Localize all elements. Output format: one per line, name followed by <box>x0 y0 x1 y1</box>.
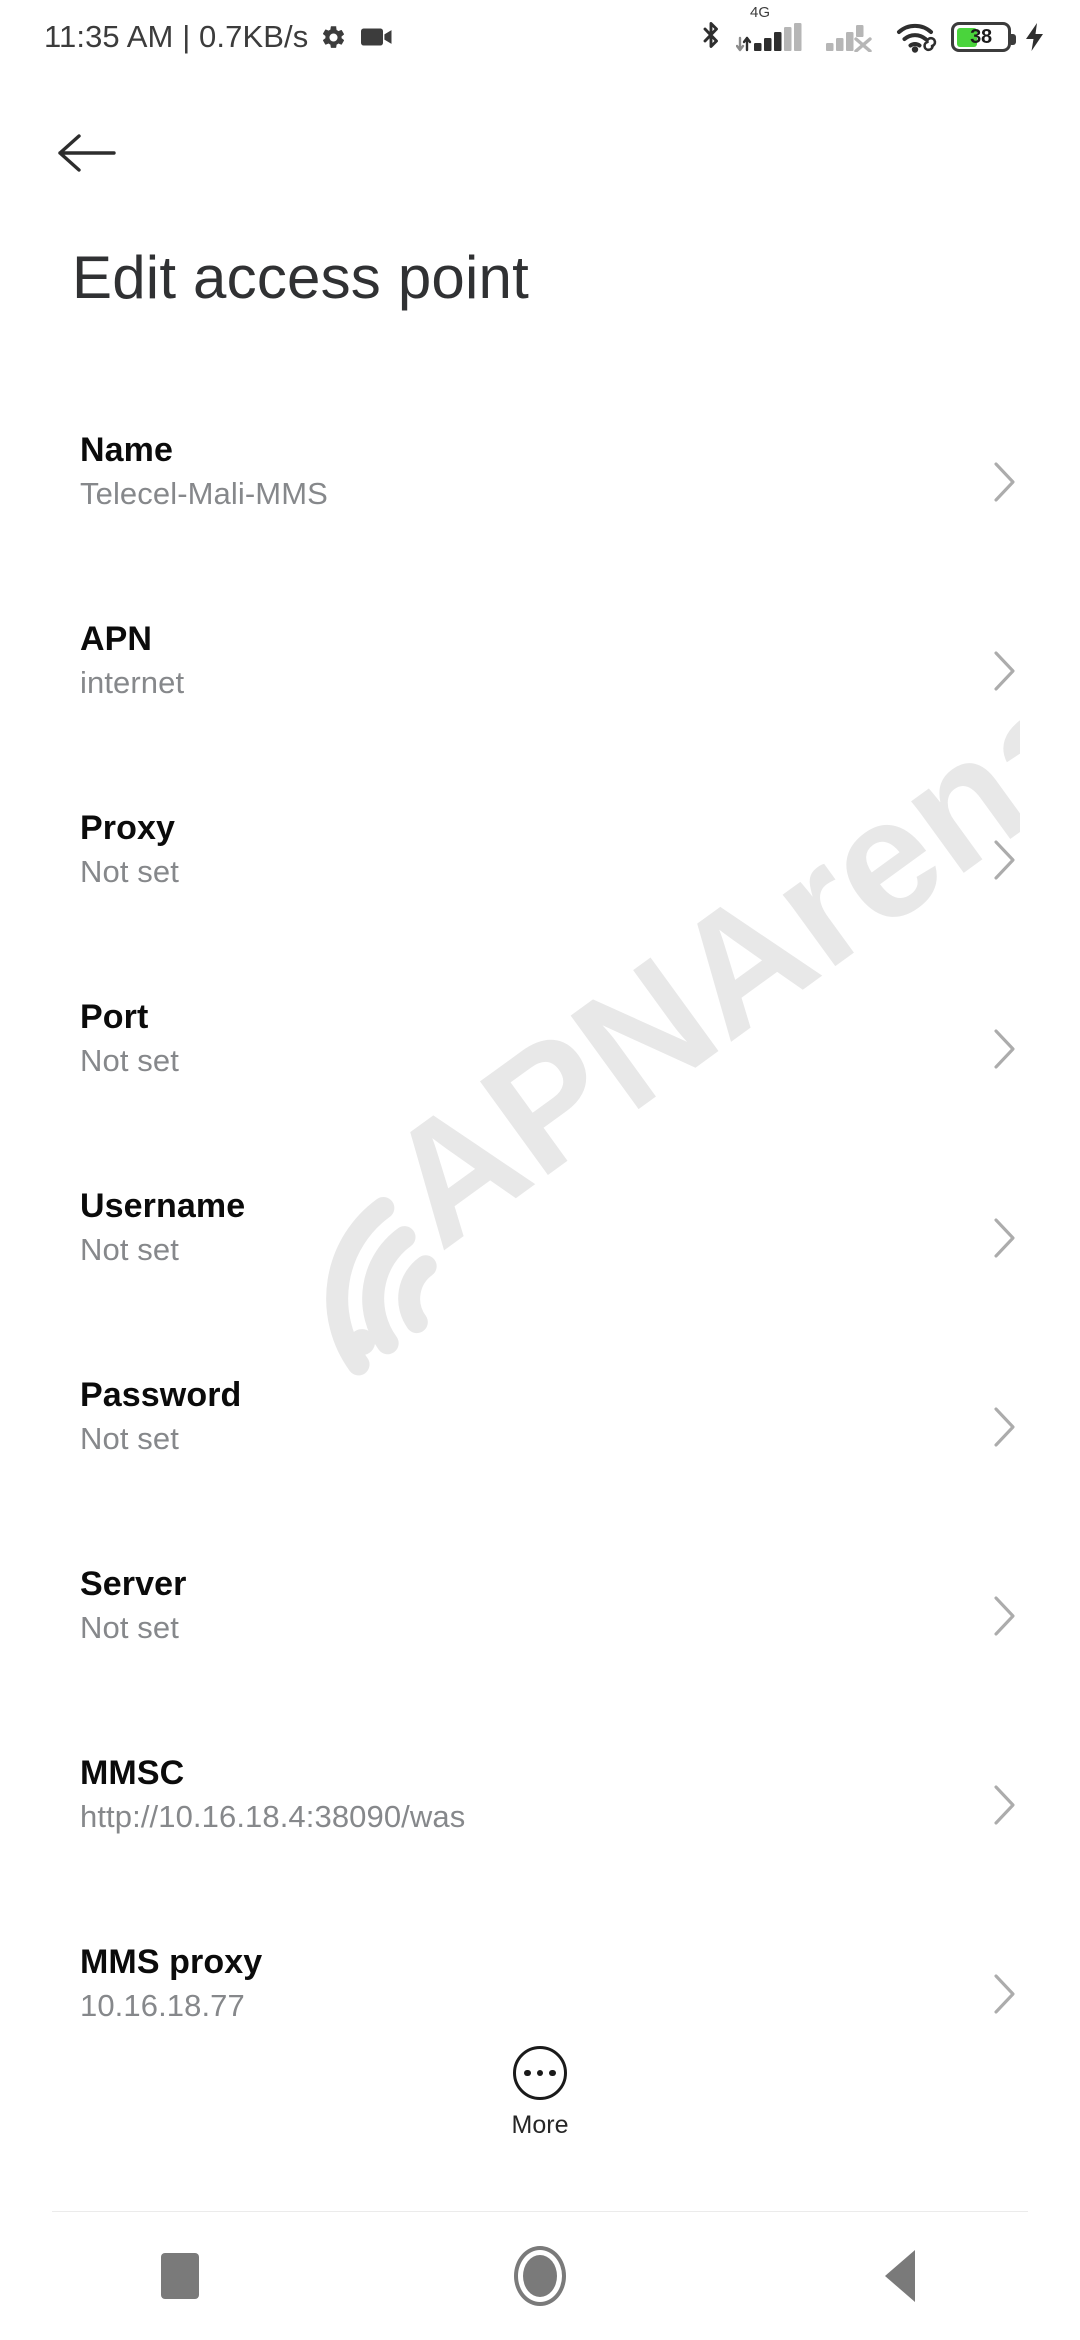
row-title: MMSC <box>80 1754 185 1792</box>
row-title: Server <box>80 1565 187 1603</box>
chevron-right-icon <box>992 1783 1018 1827</box>
chevron-right-icon <box>992 649 1018 693</box>
status-bar-right: 4G 38 <box>699 5 1046 54</box>
square-icon <box>161 2253 199 2299</box>
settings-row-server[interactable]: Server Not set <box>0 1538 1080 1727</box>
row-title: APN <box>80 620 153 658</box>
more-button[interactable]: More <box>0 2046 1080 2138</box>
battery-icon: 38 <box>951 22 1016 52</box>
row-title: Port <box>80 998 149 1036</box>
settings-row-name[interactable]: Name Telecel-Mali-MMS <box>0 404 1080 593</box>
row-value: Not set <box>80 854 179 890</box>
more-dots-icon <box>513 2046 567 2100</box>
nav-recents-button[interactable] <box>0 2212 360 2340</box>
status-bar: 11:35 AM | 0.7KB/s 4G 38 <box>0 0 1080 74</box>
status-clock-and-speed: 11:35 AM | 0.7KB/s <box>44 19 309 54</box>
settings-row-apn[interactable]: APN internet <box>0 593 1080 782</box>
more-dot <box>524 2069 531 2077</box>
nav-home-button[interactable] <box>360 2212 720 2340</box>
camcorder-icon <box>361 26 393 48</box>
row-value: 10.16.18.77 <box>80 1988 245 2024</box>
more-button-label: More <box>511 2111 569 2139</box>
arrow-left-icon <box>56 131 118 180</box>
apn-settings-list: Name Telecel-Mali-MMS APN internet Proxy… <box>0 404 1080 2105</box>
chevron-right-icon <box>992 1216 1018 1260</box>
chevron-right-icon <box>992 1027 1018 1071</box>
wifi-icon <box>896 21 938 53</box>
row-value: Telecel-Mali-MMS <box>80 476 328 512</box>
row-value: internet <box>80 665 185 701</box>
row-title: MMS proxy <box>80 1943 263 1981</box>
row-value: Not set <box>80 1421 179 1457</box>
settings-row-proxy[interactable]: Proxy Not set <box>0 782 1080 971</box>
row-title: Username <box>80 1187 246 1225</box>
chevron-right-icon <box>992 1594 1018 1638</box>
more-dot <box>549 2069 556 2077</box>
charging-bolt-icon <box>1024 22 1046 52</box>
triangle-left-icon <box>885 2250 915 2302</box>
chevron-right-icon <box>992 1405 1018 1449</box>
row-value: http://10.16.18.4:38090/was <box>80 1799 466 1835</box>
row-value: Not set <box>80 1610 179 1646</box>
gear-icon <box>320 24 347 51</box>
row-value: Not set <box>80 1232 179 1268</box>
status-bar-left: 11:35 AM | 0.7KB/s <box>44 19 393 55</box>
nav-back-button[interactable] <box>720 2212 1080 2340</box>
row-title: Proxy <box>80 809 175 847</box>
circle-icon <box>514 2246 566 2306</box>
system-navigation-bar <box>0 2212 1080 2340</box>
bluetooth-icon <box>699 20 723 54</box>
network-type-label: 4G <box>750 4 771 21</box>
row-value: Not set <box>80 1043 179 1079</box>
settings-row-password[interactable]: Password Not set <box>0 1349 1080 1538</box>
settings-row-username[interactable]: Username Not set <box>0 1160 1080 1349</box>
back-button[interactable] <box>56 112 146 198</box>
chevron-right-icon <box>992 1972 1018 2016</box>
battery-percent-label: 38 <box>970 26 992 48</box>
circle-inner <box>523 2255 557 2297</box>
settings-row-port[interactable]: Port Not set <box>0 971 1080 1160</box>
sim2-no-service-icon <box>825 22 883 52</box>
page-title: Edit access point <box>72 244 529 311</box>
sim1-signal-icon: 4G <box>736 5 812 52</box>
settings-row-mmsc[interactable]: MMSC http://10.16.18.4:38090/was <box>0 1727 1080 1916</box>
chevron-right-icon <box>992 838 1018 882</box>
chevron-right-icon <box>992 460 1018 504</box>
row-title: Password <box>80 1376 242 1414</box>
more-dot <box>536 2069 544 2077</box>
row-title: Name <box>80 431 174 469</box>
